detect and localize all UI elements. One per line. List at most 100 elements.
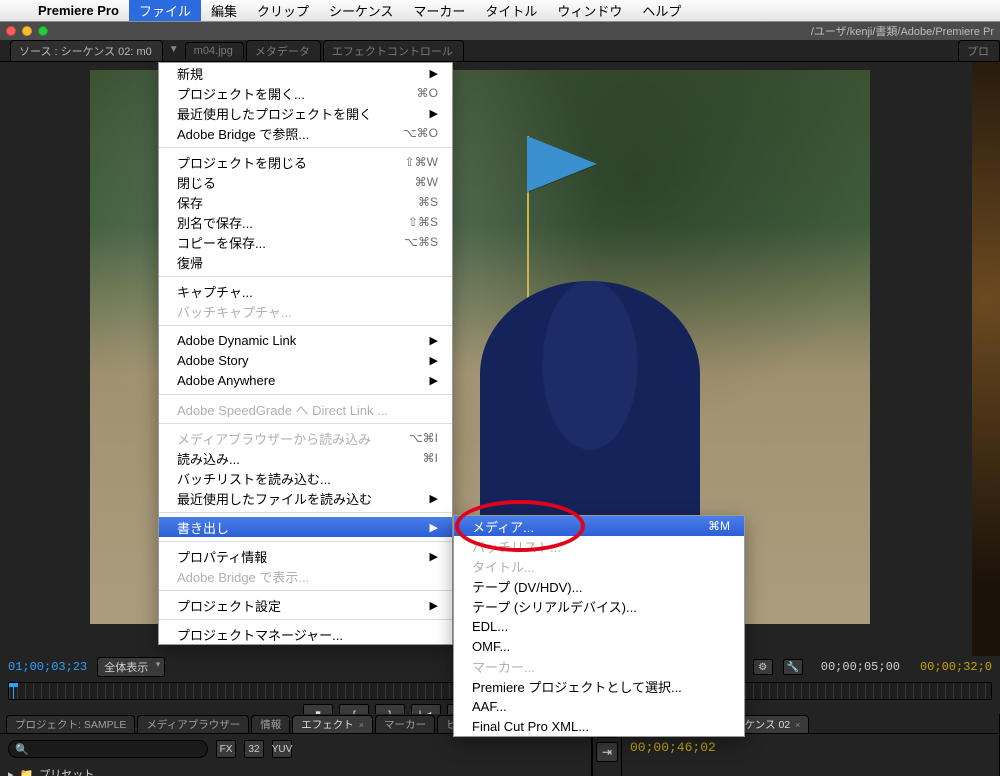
effects-search-input[interactable]: 🔍 bbox=[8, 740, 208, 758]
export-menu-item[interactable]: OMF... bbox=[454, 636, 744, 656]
menu-item-label: Adobe SpeedGrade へ Direct Link ... bbox=[177, 400, 438, 419]
menu-window[interactable]: ウィンドウ bbox=[547, 0, 632, 21]
program-tab[interactable]: プロ bbox=[958, 40, 1000, 61]
current-timecode[interactable]: 01;00;03;23 bbox=[8, 660, 87, 674]
close-icon[interactable]: × bbox=[795, 720, 800, 730]
menu-item-label: 最近使用したプロジェクトを開く bbox=[177, 104, 400, 123]
tab-media-browser[interactable]: メディアブラウザー bbox=[137, 715, 249, 733]
file-menu-item[interactable]: 別名で保存...⇧⌘S bbox=[159, 212, 452, 232]
export-menu-item[interactable]: Premiere プロジェクトとして選択... bbox=[454, 676, 744, 696]
file-menu-item[interactable]: 最近使用したファイルを読み込む▶ bbox=[159, 488, 452, 508]
file-menu-item[interactable]: プロジェクトを閉じる⇧⌘W bbox=[159, 152, 452, 172]
source-tab-strip: ソース : シーケンス 02: m0 ▼ m04.jpg メタデータ エフェクト… bbox=[0, 40, 1000, 62]
traffic-lights bbox=[6, 26, 48, 36]
ruler-playhead-icon[interactable] bbox=[13, 683, 14, 699]
flag-shape bbox=[527, 136, 597, 192]
file-menu-item[interactable]: 新規▶ bbox=[159, 63, 452, 83]
tab-project[interactable]: プロジェクト: SAMPLE bbox=[6, 715, 135, 733]
source-tab-1[interactable]: m04.jpg bbox=[185, 42, 244, 59]
close-icon[interactable]: × bbox=[359, 720, 364, 730]
disclosure-triangle-icon[interactable]: ▸ bbox=[8, 768, 14, 776]
track-select-tool-icon[interactable]: ⇥ bbox=[596, 742, 618, 762]
folder-icon: 📁 bbox=[20, 768, 34, 776]
submenu-arrow-icon: ▶ bbox=[430, 550, 438, 563]
window-titlebar: /ユーザ/kenji/書類/Adobe/Premiere Pr bbox=[0, 22, 1000, 40]
export-menu-item: タイトル... bbox=[454, 556, 744, 576]
file-menu-item[interactable]: 復帰 bbox=[159, 252, 452, 272]
menu-sequence[interactable]: シーケンス bbox=[319, 0, 403, 21]
file-menu-item[interactable]: コピーを保存...⌥⌘S bbox=[159, 232, 452, 252]
menu-item-label: 閉じる bbox=[177, 173, 385, 192]
export-menu-item[interactable]: テープ (DV/HDV)... bbox=[454, 576, 744, 596]
export-menu-item[interactable]: EDL... bbox=[454, 616, 744, 636]
file-menu-item[interactable]: 保存 ⌘S bbox=[159, 192, 452, 212]
zoom-fit-select[interactable]: 全体表示 bbox=[97, 657, 165, 677]
menu-item-shortcut: ⌥⌘O bbox=[403, 126, 438, 140]
file-menu-item[interactable]: プロパティ情報▶ bbox=[159, 546, 452, 566]
tab-info[interactable]: 情報 bbox=[251, 715, 290, 733]
export-menu-item[interactable]: テープ (シリアルデバイス)... bbox=[454, 596, 744, 616]
menu-item-label: バッチキャプチャ... bbox=[177, 302, 438, 321]
source-tab-0[interactable]: ソース : シーケンス 02: m0 bbox=[10, 40, 163, 61]
tab-markers[interactable]: マーカー bbox=[375, 715, 435, 733]
menu-item-label: タイトル... bbox=[472, 557, 730, 576]
menu-help[interactable]: ヘルプ bbox=[632, 0, 691, 21]
menu-marker[interactable]: マーカー bbox=[403, 0, 475, 21]
submenu-arrow-icon: ▶ bbox=[430, 107, 438, 120]
menu-item-label: プロジェクトマネージャー... bbox=[177, 625, 438, 644]
menu-edit[interactable]: 編集 bbox=[201, 0, 247, 21]
file-menu-item[interactable]: バッチリストを読み込む... bbox=[159, 468, 452, 488]
menu-item-label: Final Cut Pro XML... bbox=[472, 719, 730, 734]
menu-item-shortcut: ⌘I bbox=[423, 451, 438, 465]
menu-item-label: EDL... bbox=[472, 619, 730, 634]
menu-item-label: 保存 bbox=[177, 193, 388, 212]
yuv-badge-icon[interactable]: YUV bbox=[272, 740, 292, 758]
source-tab-3[interactable]: エフェクトコントロール bbox=[323, 40, 464, 61]
file-menu-item[interactable]: 最近使用したプロジェクトを開く ▶ bbox=[159, 103, 452, 123]
file-menu-item[interactable]: 書き出し▶ bbox=[159, 517, 452, 537]
source-tab-2[interactable]: メタデータ bbox=[246, 40, 321, 61]
menu-item-label: AAF... bbox=[472, 699, 730, 714]
file-menu-item[interactable]: Adobe Bridge で参照...⌥⌘O bbox=[159, 123, 452, 143]
menu-title[interactable]: タイトル bbox=[475, 0, 547, 21]
menu-file[interactable]: ファイル bbox=[129, 0, 201, 21]
menu-item-label: メディアブラウザーから読み込み bbox=[177, 429, 379, 448]
file-menu-item[interactable]: キャプチャ... bbox=[159, 281, 452, 301]
file-menu-item[interactable]: Adobe Anywhere▶ bbox=[159, 370, 452, 390]
settings-gear-icon[interactable]: ⚙ bbox=[753, 659, 773, 675]
menu-item-shortcut: ⌘S bbox=[418, 195, 438, 209]
menu-item-label: テープ (シリアルデバイス)... bbox=[472, 597, 730, 616]
export-menu-item[interactable]: Final Cut Pro XML... bbox=[454, 716, 744, 736]
presets-row[interactable]: ▸ 📁 プリセット bbox=[0, 764, 591, 776]
menu-clip[interactable]: クリップ bbox=[247, 0, 319, 21]
menu-separator bbox=[159, 590, 452, 591]
fx-badge-icon[interactable]: FX bbox=[216, 740, 236, 758]
wrench-icon[interactable]: 🔧 bbox=[783, 659, 803, 675]
file-menu-item[interactable]: 読み込み...⌘I bbox=[159, 448, 452, 468]
32bit-badge-icon[interactable]: 32 bbox=[244, 740, 264, 758]
submenu-arrow-icon: ▶ bbox=[430, 334, 438, 347]
timeline-timecode[interactable]: 00;00;46;02 bbox=[630, 740, 716, 755]
menu-separator bbox=[159, 512, 452, 513]
menu-item-label: バッチリスト... bbox=[472, 537, 730, 556]
tab-effects[interactable]: エフェクト× bbox=[292, 715, 373, 733]
menu-item-label: プロジェクトを開く... bbox=[177, 84, 387, 103]
file-menu-item[interactable]: 閉じる⌘W bbox=[159, 172, 452, 192]
menu-item-shortcut: ⌘M bbox=[708, 519, 730, 533]
close-window-icon[interactable] bbox=[6, 26, 16, 36]
file-menu-item[interactable]: プロジェクト設定▶ bbox=[159, 595, 452, 615]
file-menu-item[interactable]: プロジェクトを開く...⌘O bbox=[159, 83, 452, 103]
menu-item-label: 新規 bbox=[177, 64, 400, 83]
menu-item-label: 別名で保存... bbox=[177, 213, 378, 232]
file-menu-item[interactable]: プロジェクトマネージャー... bbox=[159, 624, 452, 644]
source-tab-overflow-icon[interactable]: ▼ bbox=[169, 44, 183, 58]
zoom-window-icon[interactable] bbox=[38, 26, 48, 36]
export-menu-item[interactable]: AAF... bbox=[454, 696, 744, 716]
menu-item-label: マーカー... bbox=[472, 657, 730, 676]
menu-separator bbox=[159, 276, 452, 277]
file-menu-item[interactable]: Adobe Dynamic Link▶ bbox=[159, 330, 452, 350]
minimize-window-icon[interactable] bbox=[22, 26, 32, 36]
export-menu-item[interactable]: メディア...⌘M bbox=[454, 516, 744, 536]
menu-separator bbox=[159, 619, 452, 620]
file-menu-item[interactable]: Adobe Story▶ bbox=[159, 350, 452, 370]
